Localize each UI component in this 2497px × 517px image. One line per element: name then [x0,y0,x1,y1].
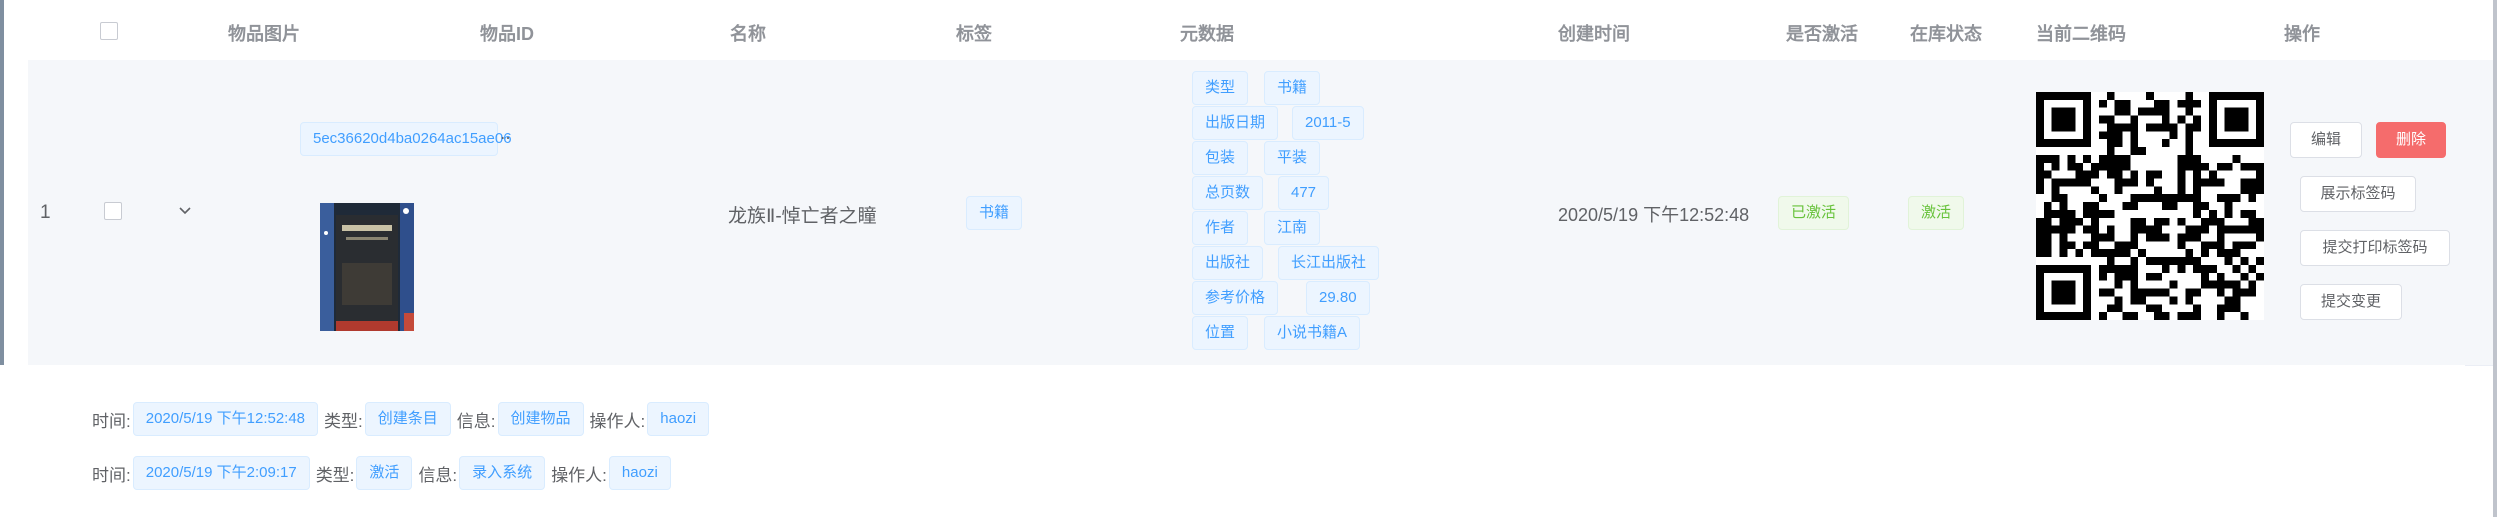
activated-badge: 已激活 [1778,196,1850,230]
operator-label: 操作人: [589,411,646,431]
metadata-value: 29.80 [1306,281,1370,315]
history-entry: 时间: 2020/5/19 下午12:52:48 类型: 创建条目 信息: 创建… [90,401,713,437]
item-tag: 书籍 [966,196,1023,230]
operator-label: 操作人: [551,465,607,485]
history-operator: haozi [647,402,710,436]
header-activated: 是否激活 [1786,24,1858,44]
delete-button[interactable]: 删除 [2376,122,2446,158]
history-panel: 时间: 2020/5/19 下午12:52:48 类型: 创建条目 信息: 创建… [0,365,2465,517]
history-time: 2020/5/19 下午12:52:48 [132,402,319,436]
item-image [320,203,414,331]
submit-print-button[interactable]: 提交打印标签码 [2300,230,2450,266]
header-name: 名称 [730,24,766,44]
time-label: 时间: [92,411,131,431]
item-id-tag: 5ec36620d4ba0264ac15ae06 [300,122,512,156]
metadata-key: 出版社 [1192,246,1264,280]
row-checkbox[interactable] [104,202,122,220]
item-id-ellipsis: ‥ [500,126,511,143]
stock-status-badge: 激活 [1908,196,1965,230]
header-actions: 操作 [2284,24,2320,44]
metadata-value: 477 [1278,176,1330,210]
info-label: 信息: [456,411,496,431]
metadata-key: 作者 [1192,211,1249,245]
history-time: 2020/5/19 下午2:09:17 [132,456,310,490]
table-row: 1 5ec36620d4ba0264ac15ae06 ‥ 龙族Ⅱ-悼亡者之瞳 书… [28,60,2493,366]
qrcode-image [2036,92,2264,320]
history-operator: haozi [608,456,671,490]
metadata-key: 出版日期 [1192,106,1279,140]
history-type: 创建条目 [364,402,451,436]
submit-change-button[interactable]: 提交变更 [2300,284,2402,320]
header-created: 创建时间 [1558,24,1630,44]
metadata-value: 平装 [1264,141,1321,175]
header-image: 物品图片 [228,24,300,44]
metadata-key: 包装 [1192,141,1249,175]
type-label: 类型: [324,411,363,431]
header-stock: 在库状态 [1910,24,1982,44]
time-label: 时间: [92,465,131,485]
history-info: 创建物品 [497,402,584,436]
metadata-key: 参考价格 [1192,281,1279,315]
show-label-button[interactable]: 展示标签码 [2300,176,2416,212]
history-entry: 时间: 2020/5/19 下午2:09:17 类型: 激活 信息: 录入系统 … [90,455,675,491]
edit-button[interactable]: 编辑 [2290,122,2362,158]
metadata-key: 类型 [1192,71,1249,105]
metadata-value: 江南 [1264,211,1321,245]
header-metadata: 元数据 [1180,24,1234,44]
table-header: 物品图片 物品ID 名称 标签 元数据 创建时间 是否激活 在库状态 当前二维码… [28,0,2493,61]
metadata-key: 总页数 [1192,176,1264,210]
metadata-value: 书籍 [1264,71,1321,105]
header-qrcode: 当前二维码 [2036,24,2126,44]
history-info: 录入系统 [459,456,546,490]
row-index: 1 [40,202,51,223]
header-tag: 标签 [956,24,992,44]
item-name: 龙族Ⅱ-悼亡者之瞳 [728,206,877,227]
metadata-value: 小说书籍A [1264,316,1361,350]
metadata-key: 位置 [1192,316,1249,350]
header-id: 物品ID [480,24,534,44]
info-label: 信息: [418,465,458,485]
metadata-value: 长江出版社 [1278,246,1380,280]
chevron-down-icon[interactable] [176,202,194,220]
metadata-value: 2011-5 [1292,106,1364,140]
type-label: 类型: [315,465,355,485]
scrollbar[interactable] [2493,0,2497,517]
select-all-checkbox[interactable] [100,22,118,40]
created-time: 2020/5/19 下午12:52:48 [1558,205,1750,225]
history-type: 激活 [356,456,413,490]
